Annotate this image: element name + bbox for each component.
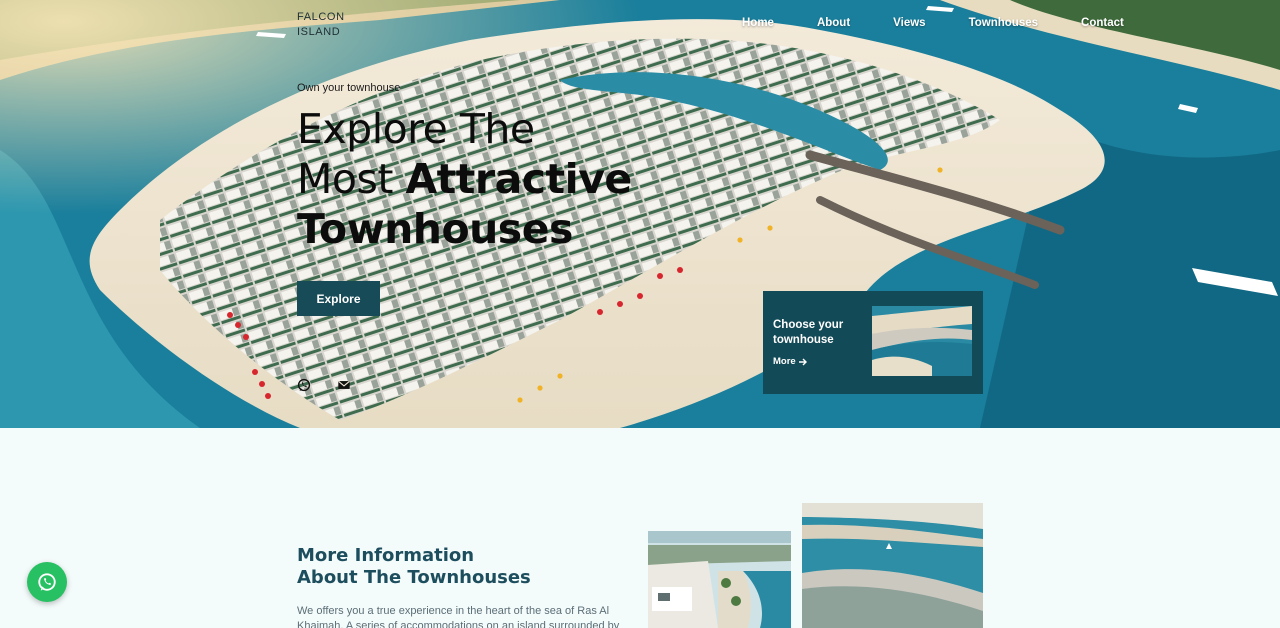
- card-title: Choose your townhouse: [773, 319, 844, 346]
- whatsapp-icon[interactable]: [297, 378, 311, 392]
- card-more-link[interactable]: More: [773, 356, 808, 367]
- hero-section: FALCON ISLAND Home About Views Townhouse…: [0, 0, 1280, 428]
- nav-item-views[interactable]: Views: [893, 17, 925, 29]
- info-title: More Information About The Townhouses: [297, 545, 531, 589]
- card-more-label: More: [773, 356, 796, 367]
- explore-button[interactable]: Explore: [297, 281, 380, 316]
- brand-line-1: FALCON: [297, 11, 345, 23]
- headline-line-3: Townhouses: [297, 205, 573, 253]
- choose-townhouse-card[interactable]: Choose your townhouse More: [763, 291, 983, 394]
- nav-item-contact[interactable]: Contact: [1081, 17, 1124, 29]
- info-paragraph: We offers you a true experience in the h…: [297, 605, 620, 628]
- hero-eyebrow: Own your townhouse: [297, 82, 401, 94]
- card-thumbnail-image: [872, 306, 972, 376]
- nav-item-about[interactable]: About: [817, 17, 850, 29]
- brand-logo[interactable]: FALCON ISLAND: [297, 10, 345, 40]
- headline-line-1: Explore The: [297, 105, 535, 153]
- info-title-line-1: More Information: [297, 545, 475, 566]
- social-links: [297, 378, 351, 392]
- main-nav: Home About Views Townhouses Contact: [742, 17, 1167, 29]
- info-title-line-2: About The Townhouses: [297, 567, 531, 588]
- brand-line-2: ISLAND: [297, 26, 341, 38]
- nav-item-townhouses[interactable]: Townhouses: [969, 17, 1038, 29]
- arrow-right-icon: [798, 358, 807, 365]
- whatsapp-icon: [38, 573, 56, 591]
- headline-line-2-bold: Attractive: [405, 155, 632, 203]
- townhouse-photo-1: [648, 531, 791, 628]
- mail-icon[interactable]: [337, 378, 351, 392]
- hero-headline: Explore The Most Attractive Townhouses: [297, 104, 657, 254]
- headline-line-2-light: Most: [297, 155, 406, 203]
- floating-whatsapp-button[interactable]: [27, 562, 67, 602]
- townhouse-photo-2: [802, 503, 983, 628]
- nav-item-home[interactable]: Home: [742, 17, 774, 29]
